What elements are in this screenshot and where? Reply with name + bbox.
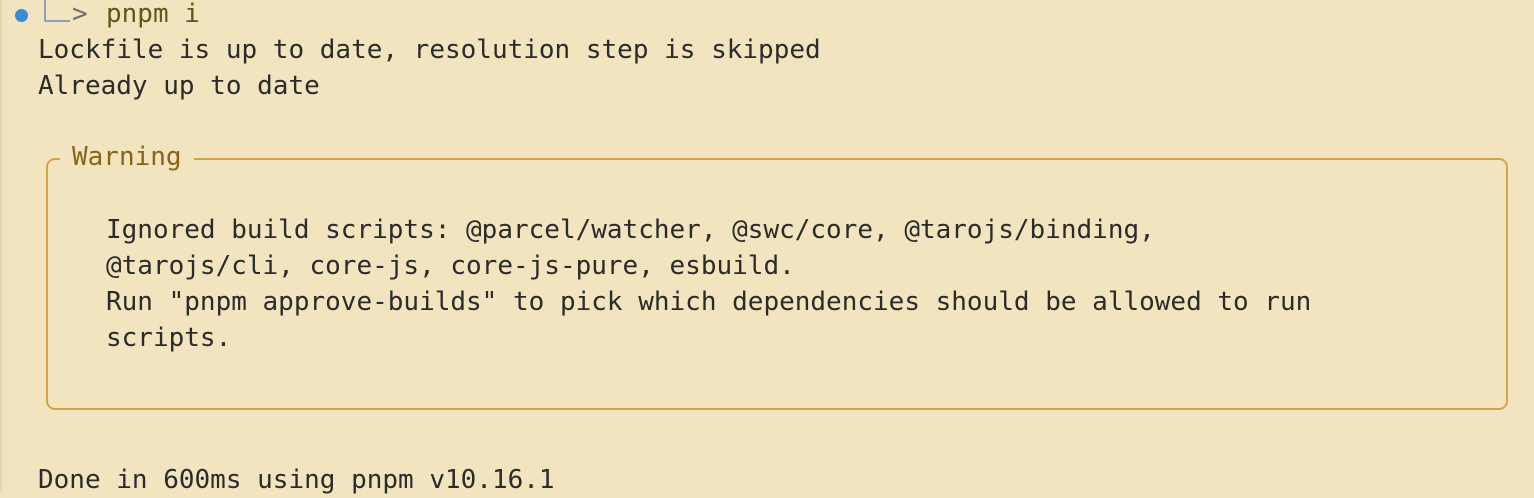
tree-branch-icon — [44, 0, 70, 22]
done-summary-line: Done in 600ms using pnpm v10.16.1 — [38, 465, 555, 495]
command-prompt-line: > pnpm i — [0, 0, 400, 30]
warning-line-3: Run "pnpm approve-builds" to pick which … — [106, 287, 1312, 317]
prompt-arrow: > — [72, 0, 88, 29]
warning-line-4: scripts. — [106, 323, 232, 353]
terminal-left-rule — [0, 0, 2, 492]
warning-line-1: Ignored build scripts: @parcel/watcher, … — [106, 215, 1155, 245]
output-lockfile-line: Lockfile is up to date, resolution step … — [38, 35, 821, 65]
status-dot-icon — [15, 9, 28, 22]
warning-line-2: @tarojs/cli, core-js, core-js-pure, esbu… — [106, 251, 795, 281]
output-status-line: Already up to date — [38, 71, 320, 101]
command-text: pnpm i — [106, 0, 200, 29]
warning-title: Warning — [60, 139, 194, 175]
